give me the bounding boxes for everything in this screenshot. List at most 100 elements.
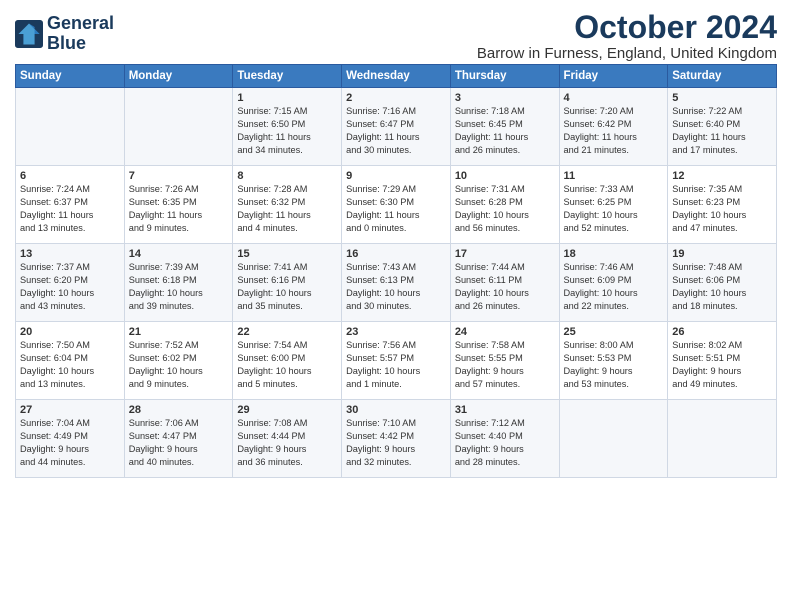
calendar-cell: 28Sunrise: 7:06 AMSunset: 4:47 PMDayligh… <box>124 400 233 478</box>
calendar-cell: 17Sunrise: 7:44 AMSunset: 6:11 PMDayligh… <box>450 244 559 322</box>
calendar-cell: 9Sunrise: 7:29 AMSunset: 6:30 PMDaylight… <box>342 166 451 244</box>
calendar-cell: 7Sunrise: 7:26 AMSunset: 6:35 PMDaylight… <box>124 166 233 244</box>
calendar-cell: 15Sunrise: 7:41 AMSunset: 6:16 PMDayligh… <box>233 244 342 322</box>
day-number: 2 <box>346 92 446 104</box>
day-info: Sunrise: 7:18 AMSunset: 6:45 PMDaylight:… <box>455 105 555 157</box>
calendar-cell: 30Sunrise: 7:10 AMSunset: 4:42 PMDayligh… <box>342 400 451 478</box>
calendar-cell <box>668 400 777 478</box>
day-number: 11 <box>564 170 664 182</box>
day-header: Saturday <box>668 65 777 88</box>
day-number: 23 <box>346 326 446 338</box>
day-number: 4 <box>564 92 664 104</box>
day-header: Wednesday <box>342 65 451 88</box>
logo: General Blue <box>15 14 114 54</box>
calendar-cell: 13Sunrise: 7:37 AMSunset: 6:20 PMDayligh… <box>16 244 125 322</box>
day-info: Sunrise: 7:44 AMSunset: 6:11 PMDaylight:… <box>455 261 555 313</box>
logo-text: General Blue <box>47 14 114 54</box>
day-info: Sunrise: 7:29 AMSunset: 6:30 PMDaylight:… <box>346 183 446 235</box>
day-number: 28 <box>129 404 229 416</box>
calendar-cell: 5Sunrise: 7:22 AMSunset: 6:40 PMDaylight… <box>668 88 777 166</box>
calendar-week-row: 13Sunrise: 7:37 AMSunset: 6:20 PMDayligh… <box>16 244 777 322</box>
day-info: Sunrise: 7:22 AMSunset: 6:40 PMDaylight:… <box>672 105 772 157</box>
day-number: 29 <box>237 404 337 416</box>
day-info: Sunrise: 7:33 AMSunset: 6:25 PMDaylight:… <box>564 183 664 235</box>
day-number: 5 <box>672 92 772 104</box>
day-number: 30 <box>346 404 446 416</box>
day-header: Tuesday <box>233 65 342 88</box>
day-number: 25 <box>564 326 664 338</box>
calendar-cell: 18Sunrise: 7:46 AMSunset: 6:09 PMDayligh… <box>559 244 668 322</box>
day-number: 24 <box>455 326 555 338</box>
day-header: Friday <box>559 65 668 88</box>
calendar-week-row: 27Sunrise: 7:04 AMSunset: 4:49 PMDayligh… <box>16 400 777 478</box>
calendar-cell: 29Sunrise: 7:08 AMSunset: 4:44 PMDayligh… <box>233 400 342 478</box>
calendar-cell <box>559 400 668 478</box>
calendar-cell: 26Sunrise: 8:02 AMSunset: 5:51 PMDayligh… <box>668 322 777 400</box>
calendar-cell: 20Sunrise: 7:50 AMSunset: 6:04 PMDayligh… <box>16 322 125 400</box>
day-info: Sunrise: 7:31 AMSunset: 6:28 PMDaylight:… <box>455 183 555 235</box>
day-info: Sunrise: 7:16 AMSunset: 6:47 PMDaylight:… <box>346 105 446 157</box>
day-info: Sunrise: 7:28 AMSunset: 6:32 PMDaylight:… <box>237 183 337 235</box>
day-number: 31 <box>455 404 555 416</box>
day-number: 27 <box>20 404 120 416</box>
day-info: Sunrise: 7:35 AMSunset: 6:23 PMDaylight:… <box>672 183 772 235</box>
day-info: Sunrise: 7:39 AMSunset: 6:18 PMDaylight:… <box>129 261 229 313</box>
month-title: October 2024 <box>477 10 777 45</box>
calendar-cell: 6Sunrise: 7:24 AMSunset: 6:37 PMDaylight… <box>16 166 125 244</box>
day-info: Sunrise: 7:41 AMSunset: 6:16 PMDaylight:… <box>237 261 337 313</box>
calendar-cell: 10Sunrise: 7:31 AMSunset: 6:28 PMDayligh… <box>450 166 559 244</box>
day-number: 9 <box>346 170 446 182</box>
title-block: October 2024 Barrow in Furness, England,… <box>477 10 777 62</box>
calendar-cell: 1Sunrise: 7:15 AMSunset: 6:50 PMDaylight… <box>233 88 342 166</box>
day-info: Sunrise: 7:43 AMSunset: 6:13 PMDaylight:… <box>346 261 446 313</box>
day-number: 15 <box>237 248 337 260</box>
day-info: Sunrise: 7:08 AMSunset: 4:44 PMDaylight:… <box>237 417 337 469</box>
day-number: 13 <box>20 248 120 260</box>
calendar-header: SundayMondayTuesdayWednesdayThursdayFrid… <box>16 65 777 88</box>
header: General Blue October 2024 Barrow in Furn… <box>15 10 777 62</box>
calendar-cell: 24Sunrise: 7:58 AMSunset: 5:55 PMDayligh… <box>450 322 559 400</box>
day-number: 18 <box>564 248 664 260</box>
day-header: Monday <box>124 65 233 88</box>
day-number: 22 <box>237 326 337 338</box>
day-info: Sunrise: 7:24 AMSunset: 6:37 PMDaylight:… <box>20 183 120 235</box>
day-number: 19 <box>672 248 772 260</box>
day-info: Sunrise: 7:12 AMSunset: 4:40 PMDaylight:… <box>455 417 555 469</box>
day-number: 10 <box>455 170 555 182</box>
day-number: 26 <box>672 326 772 338</box>
calendar-cell: 23Sunrise: 7:56 AMSunset: 5:57 PMDayligh… <box>342 322 451 400</box>
day-info: Sunrise: 7:15 AMSunset: 6:50 PMDaylight:… <box>237 105 337 157</box>
day-info: Sunrise: 8:00 AMSunset: 5:53 PMDaylight:… <box>564 339 664 391</box>
day-number: 20 <box>20 326 120 338</box>
calendar-cell: 27Sunrise: 7:04 AMSunset: 4:49 PMDayligh… <box>16 400 125 478</box>
day-info: Sunrise: 8:02 AMSunset: 5:51 PMDaylight:… <box>672 339 772 391</box>
day-number: 3 <box>455 92 555 104</box>
day-info: Sunrise: 7:04 AMSunset: 4:49 PMDaylight:… <box>20 417 120 469</box>
day-number: 16 <box>346 248 446 260</box>
page-container: General Blue October 2024 Barrow in Furn… <box>0 0 792 486</box>
calendar-week-row: 6Sunrise: 7:24 AMSunset: 6:37 PMDaylight… <box>16 166 777 244</box>
calendar-cell: 11Sunrise: 7:33 AMSunset: 6:25 PMDayligh… <box>559 166 668 244</box>
calendar-table: SundayMondayTuesdayWednesdayThursdayFrid… <box>15 64 777 478</box>
calendar-cell: 4Sunrise: 7:20 AMSunset: 6:42 PMDaylight… <box>559 88 668 166</box>
calendar-cell: 31Sunrise: 7:12 AMSunset: 4:40 PMDayligh… <box>450 400 559 478</box>
calendar-week-row: 20Sunrise: 7:50 AMSunset: 6:04 PMDayligh… <box>16 322 777 400</box>
day-info: Sunrise: 7:58 AMSunset: 5:55 PMDaylight:… <box>455 339 555 391</box>
day-number: 12 <box>672 170 772 182</box>
day-info: Sunrise: 7:50 AMSunset: 6:04 PMDaylight:… <box>20 339 120 391</box>
calendar-cell <box>16 88 125 166</box>
calendar-cell: 8Sunrise: 7:28 AMSunset: 6:32 PMDaylight… <box>233 166 342 244</box>
day-number: 14 <box>129 248 229 260</box>
calendar-week-row: 1Sunrise: 7:15 AMSunset: 6:50 PMDaylight… <box>16 88 777 166</box>
logo-icon <box>15 20 43 48</box>
day-info: Sunrise: 7:20 AMSunset: 6:42 PMDaylight:… <box>564 105 664 157</box>
calendar-cell: 2Sunrise: 7:16 AMSunset: 6:47 PMDaylight… <box>342 88 451 166</box>
calendar-cell: 22Sunrise: 7:54 AMSunset: 6:00 PMDayligh… <box>233 322 342 400</box>
calendar-cell: 25Sunrise: 8:00 AMSunset: 5:53 PMDayligh… <box>559 322 668 400</box>
calendar-body: 1Sunrise: 7:15 AMSunset: 6:50 PMDaylight… <box>16 88 777 478</box>
calendar-cell: 12Sunrise: 7:35 AMSunset: 6:23 PMDayligh… <box>668 166 777 244</box>
calendar-cell <box>124 88 233 166</box>
day-info: Sunrise: 7:56 AMSunset: 5:57 PMDaylight:… <box>346 339 446 391</box>
day-number: 1 <box>237 92 337 104</box>
day-info: Sunrise: 7:26 AMSunset: 6:35 PMDaylight:… <box>129 183 229 235</box>
